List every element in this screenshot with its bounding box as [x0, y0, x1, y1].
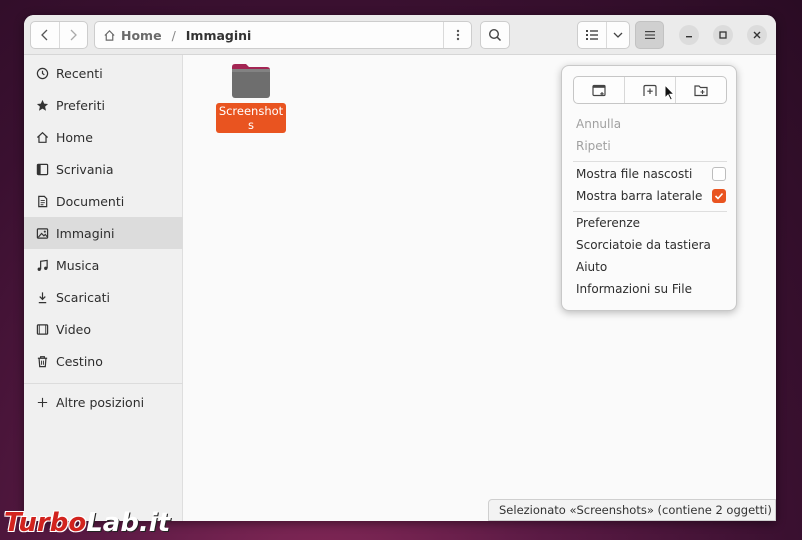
sidebar-item-label: Preferiti — [56, 97, 105, 113]
folder-icon — [231, 63, 271, 99]
chevron-down-icon — [613, 32, 623, 38]
document-icon — [35, 194, 49, 208]
clock-icon — [35, 66, 49, 80]
sidebar-item-documenti[interactable]: Documenti — [24, 185, 183, 217]
minimize-button[interactable] — [679, 25, 699, 45]
watermark-part2: Lab.it — [86, 508, 171, 538]
watermark: TurboLab.it — [4, 508, 170, 538]
vertical-dots-icon — [456, 29, 459, 41]
trash-icon — [35, 354, 49, 368]
image-icon — [35, 226, 49, 240]
sidebar-item-label: Recenti — [56, 65, 103, 81]
menu-item-undo[interactable]: Annulla — [576, 114, 726, 134]
home-icon — [35, 130, 49, 144]
sidebar-item-other-locations[interactable]: Altre posizioni — [24, 386, 183, 418]
menu-divider — [573, 161, 727, 162]
sidebar-item-video[interactable]: Video — [24, 313, 183, 345]
new-window-icon — [592, 84, 606, 96]
sidebar-item-scrivania[interactable]: Scrivania — [24, 153, 183, 185]
hamburger-icon — [644, 31, 655, 39]
maximize-button[interactable] — [713, 25, 733, 45]
menu-item-shortcuts[interactable]: Scorciatoie da tastiera — [576, 235, 726, 255]
sidebar-item-home[interactable]: Home — [24, 121, 183, 153]
sidebar-item-label: Scaricati — [56, 289, 110, 305]
plus-icon — [35, 395, 49, 409]
list-view-icon — [586, 30, 598, 40]
sidebar-item-preferiti[interactable]: Preferiti — [24, 89, 183, 121]
music-icon — [35, 258, 49, 272]
watermark-part1: Turbo — [4, 508, 87, 538]
menu-item-help[interactable]: Aiuto — [576, 257, 726, 277]
menu-item-label: Mostra file nascosti — [576, 167, 693, 181]
path-bar: Home / Immagini — [94, 21, 472, 49]
menu-item-label: Mostra barra laterale — [576, 189, 703, 203]
maximize-icon — [719, 31, 727, 39]
sidebar-item-label: Home — [56, 129, 93, 145]
home-icon — [104, 29, 115, 41]
sidebar-item-label: Altre posizioni — [56, 394, 145, 410]
star-icon — [35, 98, 49, 112]
menu-item-show-sidebar[interactable]: Mostra barra laterale — [576, 186, 726, 206]
desktop-icon — [35, 162, 49, 176]
chevron-right-icon — [70, 29, 78, 41]
menu-item-about[interactable]: Informazioni su File — [576, 279, 726, 299]
navigation-buttons — [30, 21, 88, 49]
checkmark-icon — [714, 192, 724, 200]
mouse-pointer-icon — [664, 84, 675, 101]
sidebar-item-label: Cestino — [56, 353, 103, 369]
show-hidden-checkbox[interactable] — [712, 167, 726, 181]
new-window-buttons — [573, 76, 727, 104]
sidebar-item-label: Musica — [56, 257, 100, 273]
path-menu-button[interactable] — [443, 22, 471, 48]
breadcrumb-home-label: Home — [121, 27, 162, 43]
menu-item-preferences[interactable]: Preferenze — [576, 213, 726, 233]
sidebar-item-cestino[interactable]: Cestino — [24, 345, 183, 377]
video-icon — [35, 322, 49, 336]
menu-divider — [573, 211, 727, 212]
new-folder-icon — [694, 84, 708, 96]
status-bar: Selezionato «Screenshots» (contiene 2 og… — [488, 499, 776, 521]
sidebar-item-scaricati[interactable]: Scaricati — [24, 281, 183, 313]
sidebar-item-immagini[interactable]: Immagini — [24, 217, 183, 249]
close-button[interactable] — [747, 25, 767, 45]
breadcrumb-home[interactable]: Home — [95, 28, 162, 43]
minimize-icon — [686, 36, 692, 38]
sidebar: Recenti Preferiti Home Scrivania Documen… — [24, 55, 183, 521]
header-bar: Home / Immagini — [24, 15, 776, 55]
list-view-button[interactable] — [578, 22, 607, 48]
sidebar-item-recenti[interactable]: Recenti — [24, 57, 183, 89]
breadcrumb-current[interactable]: Immagini — [186, 28, 252, 43]
close-icon — [753, 31, 761, 39]
search-button[interactable] — [480, 21, 510, 49]
new-tab-icon — [643, 84, 657, 96]
view-options-button[interactable] — [607, 22, 629, 48]
sidebar-item-musica[interactable]: Musica — [24, 249, 183, 281]
breadcrumb-separator: / — [171, 27, 176, 43]
download-icon — [35, 290, 49, 304]
folder-item[interactable]: Screenshots — [216, 63, 286, 133]
show-sidebar-checkbox[interactable] — [712, 189, 726, 203]
sidebar-item-label: Video — [56, 321, 92, 337]
menu-item-show-hidden[interactable]: Mostra file nascosti — [576, 164, 726, 184]
view-switcher — [577, 21, 630, 49]
main-menu-popover: Annulla Ripeti Mostra file nascosti Most… — [561, 65, 737, 311]
menu-item-redo[interactable]: Ripeti — [576, 136, 726, 156]
sidebar-item-label: Documenti — [56, 193, 125, 209]
sidebar-divider — [24, 383, 183, 384]
back-button[interactable] — [31, 22, 59, 48]
search-icon — [488, 28, 502, 42]
sidebar-item-label: Immagini — [56, 225, 115, 241]
new-folder-button[interactable] — [675, 77, 726, 103]
chevron-left-icon — [40, 29, 48, 41]
new-window-button[interactable] — [574, 77, 624, 103]
main-menu-button[interactable] — [635, 21, 664, 49]
folder-label: Screenshots — [216, 103, 286, 133]
sidebar-item-label: Scrivania — [56, 161, 114, 177]
forward-button[interactable] — [58, 22, 88, 48]
